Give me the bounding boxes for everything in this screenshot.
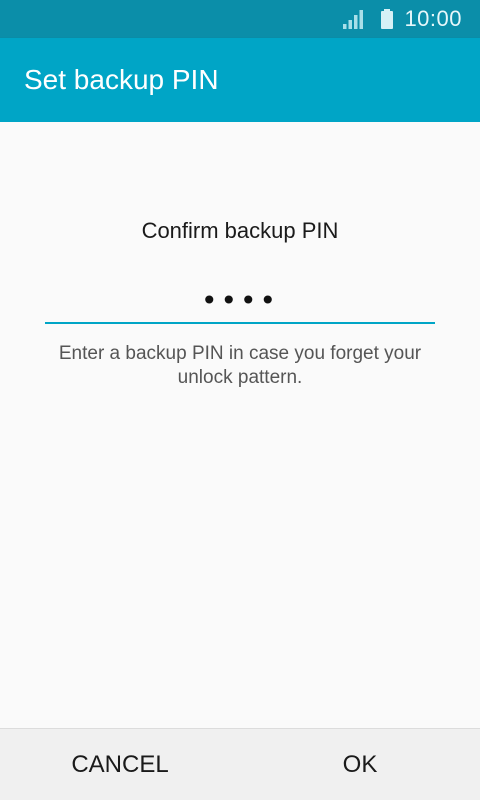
status-clock: 10:00 <box>404 6 462 31</box>
status-bar: 10:00 <box>0 0 480 38</box>
pin-prompt: Confirm backup PIN <box>141 218 339 243</box>
app-bar: Set backup PIN <box>0 38 480 122</box>
content-area: Confirm backup PIN Enter a backup PIN in… <box>0 122 480 728</box>
battery-icon <box>381 9 394 29</box>
pin-input[interactable] <box>45 278 435 324</box>
ok-button[interactable]: OK <box>240 729 480 800</box>
cancel-button[interactable]: CANCEL <box>0 729 240 800</box>
pin-hint: Enter a backup PIN in case you forget yo… <box>58 343 422 388</box>
signal-icon <box>343 10 364 29</box>
button-bar: CANCEL OK <box>0 728 480 800</box>
page-title: Set backup PIN <box>24 64 219 95</box>
